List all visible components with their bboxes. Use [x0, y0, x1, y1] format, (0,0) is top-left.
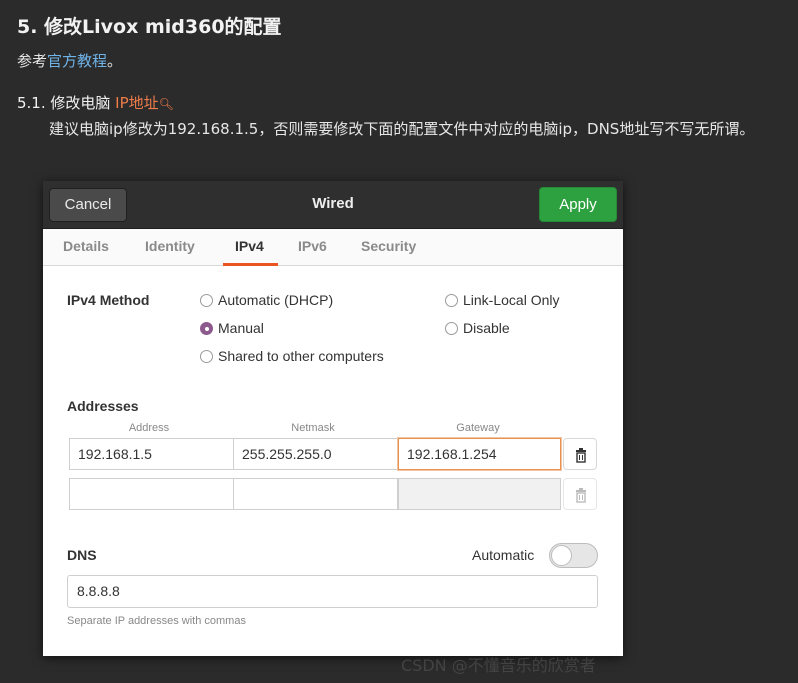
subheading: 5.1. 修改电脑 IP地址🔍︎ — [17, 92, 174, 113]
official-tutorial-link[interactable]: 官方教程 — [47, 52, 107, 70]
article-note: 建议电脑ip修改为192.168.1.5，否则需要修改下面的配置文件中对应的电脑… — [49, 120, 755, 138]
watermark: CSDN @不懂音乐的欣赏者 — [401, 656, 596, 675]
radio-manual[interactable]: Manual — [200, 320, 264, 336]
dns-automatic-label: Automatic — [472, 547, 535, 563]
radio-automatic-dhcp[interactable]: Automatic (DHCP) — [200, 292, 333, 308]
ip-address-keyword[interactable]: IP地址 — [115, 94, 158, 112]
gateway-input[interactable]: 192.168.1.254 — [398, 438, 561, 470]
article-heading: 5. 修改Livox mid360的配置 — [17, 16, 282, 38]
column-header-address: Address — [128, 422, 170, 434]
column-header-netmask: Netmask — [291, 422, 335, 434]
tab-ipv4[interactable]: IPv4 — [235, 238, 264, 254]
tab-details[interactable]: Details — [63, 238, 109, 254]
dns-hint: Separate IP addresses with commas — [67, 615, 246, 627]
dns-input[interactable]: 8.8.8.8 — [67, 575, 598, 608]
radio-link-local-label: Link-Local Only — [463, 292, 560, 308]
tab-security[interactable]: Security — [361, 238, 416, 254]
radio-indicator[interactable] — [200, 294, 213, 307]
radio-shared-label: Shared to other computers — [218, 348, 384, 364]
radio-disable[interactable]: Disable — [445, 320, 510, 336]
subheading-prefix: 5.1. 修改电脑 — [17, 94, 116, 112]
column-header-gateway: Gateway — [456, 422, 500, 434]
radio-indicator[interactable] — [445, 322, 458, 335]
tab-identity[interactable]: Identity — [145, 238, 195, 254]
addresses-label: Addresses — [67, 398, 139, 414]
radio-indicator[interactable] — [200, 350, 213, 363]
radio-automatic-label: Automatic (DHCP) — [218, 292, 334, 308]
radio-link-local[interactable]: Link-Local Only — [445, 292, 560, 308]
ipv4-method-label: IPv4 Method — [67, 292, 150, 308]
radio-disable-label: Disable — [463, 320, 510, 336]
tab-ipv6[interactable]: IPv6 — [298, 238, 327, 254]
delete-row-button-disabled — [563, 478, 597, 510]
dns-automatic-toggle[interactable] — [549, 543, 598, 568]
reference-suffix: 。 — [107, 52, 123, 70]
wired-settings-dialog: Cancel Wired Apply Details Identity IPv4… — [43, 181, 623, 656]
netmask-input-empty[interactable] — [233, 478, 398, 510]
active-tab-indicator — [223, 263, 278, 266]
reference-line: 参考官方教程。 — [17, 50, 122, 71]
gateway-input-disabled — [398, 478, 561, 510]
reference-prefix: 参考 — [17, 52, 48, 70]
radio-indicator-selected[interactable] — [200, 322, 213, 335]
dns-label: DNS — [67, 547, 97, 563]
dialog-title: Wired — [312, 195, 354, 212]
trash-icon — [576, 448, 586, 463]
radio-shared[interactable]: Shared to other computers — [200, 348, 384, 364]
address-input[interactable]: 192.168.1.5 — [69, 438, 234, 470]
dialog-titlebar: Cancel Wired Apply — [43, 181, 623, 229]
radio-indicator[interactable] — [445, 294, 458, 307]
tab-bar: Details Identity IPv4 IPv6 Security — [43, 229, 623, 266]
toggle-knob[interactable] — [551, 545, 572, 566]
delete-row-button[interactable] — [563, 438, 597, 470]
trash-icon — [576, 488, 586, 503]
apply-button[interactable]: Apply — [539, 187, 617, 222]
radio-manual-label: Manual — [218, 320, 264, 336]
netmask-input[interactable]: 255.255.255.0 — [233, 438, 398, 470]
search-icon[interactable]: 🔍︎ — [159, 97, 174, 111]
address-input-empty[interactable] — [69, 478, 234, 510]
